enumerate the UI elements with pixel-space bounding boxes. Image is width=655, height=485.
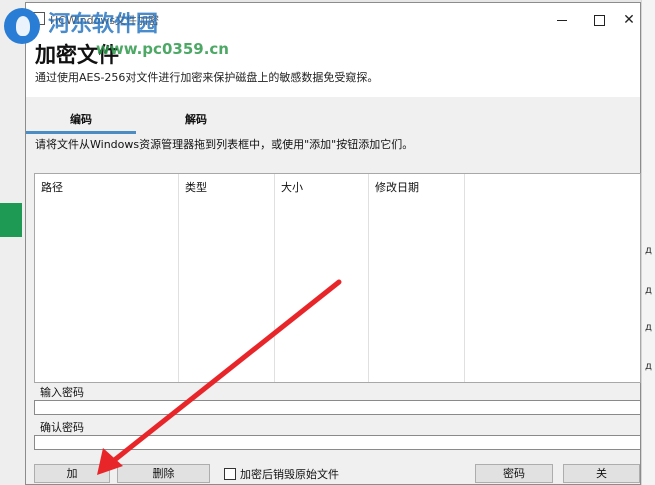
close-icon: ✕ (623, 12, 635, 28)
column-header-type[interactable]: 类型 (179, 174, 275, 382)
minimize-button[interactable] (543, 3, 581, 37)
destroy-original-option[interactable]: 加密后销毁原始文件 (224, 465, 339, 482)
minimize-icon (557, 19, 567, 21)
confirm-password-input[interactable] (34, 435, 641, 450)
tab-encode[interactable]: 编码 (26, 111, 136, 134)
file-list[interactable]: 路径 类型 大小 修改日期 (34, 173, 641, 383)
tab-decode[interactable]: 解码 (156, 111, 236, 131)
close-window-button[interactable]: ✕ (616, 3, 642, 37)
header-panel: 加密文件 通过使用AES-256对文件进行加密来保护磁盘上的敏感数据免受窥探。 (26, 37, 640, 97)
column-label: 大小 (281, 181, 303, 194)
window-title: HCWindows文件加密 (50, 14, 160, 27)
destroy-original-checkbox[interactable] (224, 467, 236, 480)
password-label: 输入密码 (40, 386, 84, 399)
delete-button[interactable]: 删除 (117, 464, 210, 483)
title-bar[interactable]: HCWindows文件加密 ✕ (26, 3, 640, 37)
confirm-password-label: 确认密码 (40, 421, 84, 434)
background-text: д (645, 361, 652, 372)
encrypt-button[interactable]: 密码 (475, 464, 553, 483)
column-label: 路径 (41, 181, 63, 194)
page-title: 加密文件 (35, 43, 119, 67)
column-header-modified[interactable]: 修改日期 (369, 174, 465, 382)
app-icon (32, 12, 45, 25)
column-header-path[interactable]: 路径 (35, 174, 179, 382)
background-window-right (641, 0, 655, 485)
background-text: д (645, 245, 652, 256)
background-window-left (0, 0, 26, 485)
encrypt-dialog: HCWindows文件加密 ✕ 加密文件 通过使用AES-256对文件进行加密来… (25, 2, 641, 485)
maximize-icon (593, 14, 605, 26)
destroy-original-label: 加密后销毁原始文件 (240, 467, 339, 481)
close-button[interactable]: 关 (563, 464, 640, 483)
instruction-text: 请将文件从Windows资源管理器拖到列表框中，或使用"添加"按钮添加它们。 (35, 138, 414, 151)
background-green-bar (0, 203, 22, 237)
add-button[interactable]: 加 (34, 464, 110, 483)
page-description: 通过使用AES-256对文件进行加密来保护磁盘上的敏感数据免受窥探。 (35, 71, 379, 84)
password-input[interactable] (34, 400, 641, 415)
maximize-button[interactable] (580, 3, 618, 37)
background-text: д (645, 322, 652, 333)
column-label: 修改日期 (375, 181, 419, 194)
column-label: 类型 (185, 181, 207, 194)
column-header-size[interactable]: 大小 (275, 174, 369, 382)
background-text: д (645, 285, 652, 296)
